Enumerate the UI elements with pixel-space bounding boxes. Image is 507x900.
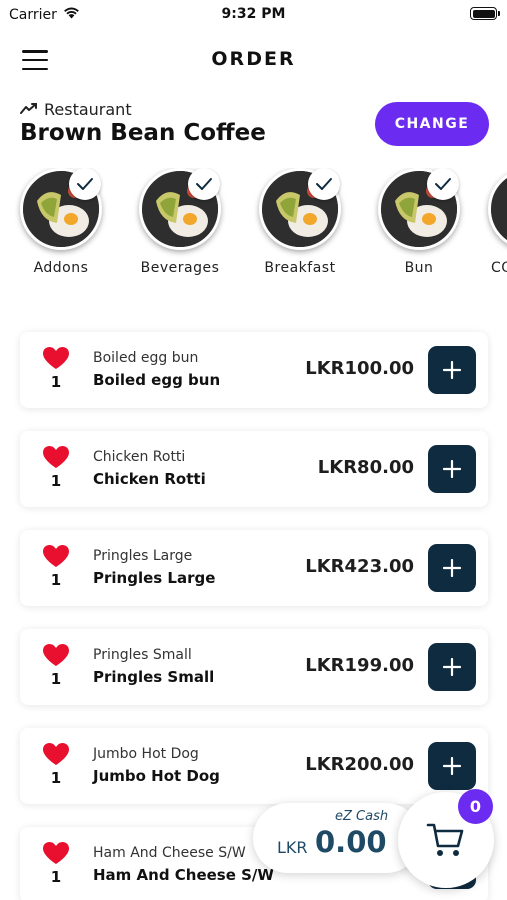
favorite-count: 1 (50, 472, 62, 490)
favorite[interactable]: 1 (42, 643, 70, 688)
item-name: Jumbo Hot Dog (93, 767, 220, 785)
plus-icon (443, 361, 461, 379)
plus-icon (443, 757, 461, 775)
category-breakfast[interactable]: Breakfast (250, 168, 350, 276)
restaurant-label: Restaurant (44, 100, 132, 119)
category-label: Beverages (140, 260, 220, 276)
item-subtitle: Pringles Small (93, 647, 192, 663)
category-bun[interactable]: Bun (369, 168, 469, 276)
item-subtitle: Pringles Large (93, 548, 193, 564)
restaurant-label-row: Restaurant (20, 100, 132, 119)
status-bar: Carrier 9:32 PM (0, 0, 507, 28)
favorite-count: 1 (50, 373, 62, 391)
wallet-currency: LKR (277, 838, 308, 857)
item-name: Pringles Small (93, 668, 215, 686)
menu-item[interactable]: 1 Jumbo Hot Dog Jumbo Hot Dog LKR200.00 (20, 728, 488, 804)
wallet-balance[interactable]: eZ Cash LKR 0.00 (253, 803, 421, 873)
item-name: Boiled egg bun (93, 371, 221, 389)
heart-icon[interactable] (42, 742, 70, 766)
heart-icon[interactable] (42, 544, 70, 568)
menu-item[interactable]: 1 Pringles Small Pringles Small LKR199.0… (20, 629, 488, 705)
item-subtitle: Chicken Rotti (93, 449, 186, 465)
checkmark-icon (69, 168, 101, 200)
favorite[interactable]: 1 (42, 445, 70, 490)
page-title: ORDER (211, 48, 296, 70)
heart-icon[interactable] (42, 445, 70, 469)
heart-icon[interactable] (42, 346, 70, 370)
category-label: Breakfast (264, 260, 336, 276)
category-partial[interactable]: CO (488, 168, 507, 276)
item-subtitle: Jumbo Hot Dog (93, 746, 199, 762)
plus-icon (443, 658, 461, 676)
battery-icon (470, 7, 500, 20)
item-price: LKR423.00 (305, 556, 414, 577)
item-price: LKR200.00 (305, 754, 414, 775)
category-carousel[interactable]: Addons Beverages Breakfast Bun CO (0, 168, 507, 283)
wallet-label: eZ Cash (335, 809, 389, 824)
category-beverages[interactable]: Beverages (130, 168, 230, 276)
item-price: LKR199.00 (305, 655, 414, 676)
item-name: Chicken Rotti (93, 470, 206, 488)
checkmark-icon (188, 168, 220, 200)
status-time: 9:32 PM (221, 6, 286, 22)
favorite-count: 1 (50, 868, 62, 886)
category-label: CO (491, 260, 507, 276)
menu-item[interactable]: 1 Chicken Rotti Chicken Rotti LKR80.00 (20, 431, 488, 507)
heart-icon[interactable] (42, 841, 70, 865)
heart-icon[interactable] (42, 643, 70, 667)
checkmark-icon (427, 168, 459, 200)
cart-icon (426, 823, 464, 856)
item-price: LKR80.00 (317, 457, 414, 478)
menu-item[interactable]: 1 Pringles Large Pringles Large LKR423.0… (20, 530, 488, 606)
favorite[interactable]: 1 (42, 544, 70, 589)
category-label: Addons (33, 260, 89, 276)
item-price: LKR100.00 (305, 358, 414, 379)
add-to-cart-button[interactable] (428, 544, 476, 592)
add-to-cart-button[interactable] (428, 643, 476, 691)
favorite[interactable]: 1 (42, 742, 70, 787)
favorite[interactable]: 1 (42, 346, 70, 391)
menu-item[interactable]: 1 Boiled egg bun Boiled egg bun LKR100.0… (20, 332, 488, 408)
category-image (488, 168, 507, 250)
item-subtitle: Boiled egg bun (93, 350, 199, 366)
item-subtitle: Ham And Cheese S/W (93, 845, 246, 861)
favorite-count: 1 (50, 769, 62, 787)
add-to-cart-button[interactable] (428, 346, 476, 394)
item-name: Ham And Cheese S/W (93, 866, 274, 884)
favorite[interactable]: 1 (42, 841, 70, 886)
add-to-cart-button[interactable] (428, 742, 476, 790)
checkmark-icon (308, 168, 340, 200)
favorite-count: 1 (50, 571, 62, 589)
favorite-count: 1 (50, 670, 62, 688)
add-to-cart-button[interactable] (428, 445, 476, 493)
plus-icon (443, 460, 461, 478)
plus-icon (443, 559, 461, 577)
cart-count-badge: 0 (458, 789, 493, 824)
change-restaurant-button[interactable]: CHANGE (375, 102, 489, 146)
header: ORDER (0, 42, 507, 78)
category-addons[interactable]: Addons (11, 168, 111, 276)
category-label: Bun (404, 260, 434, 276)
trending-icon (20, 100, 38, 119)
restaurant-name: Brown Bean Coffee (20, 120, 266, 146)
wallet-amount: 0.00 (315, 825, 387, 859)
item-name: Pringles Large (93, 569, 216, 587)
